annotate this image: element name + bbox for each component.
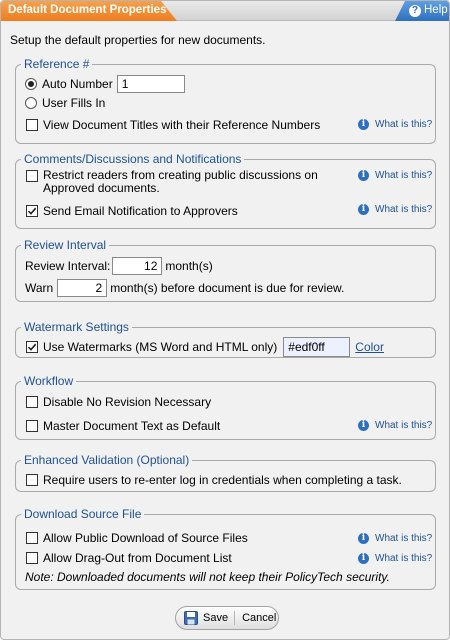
watermark-title: Watermark Settings bbox=[24, 320, 129, 334]
public-download-label: Allow Public Download of Source Files bbox=[43, 531, 248, 545]
title-bar: Default Document Properties ? Help bbox=[1, 1, 449, 21]
send-email-row: Send Email Notification to Approvers bbox=[26, 203, 238, 219]
auto-number-radio[interactable] bbox=[25, 78, 37, 90]
watermark-row: Use Watermarks (MS Word and HTML only) C… bbox=[26, 337, 384, 357]
require-reentry-checkbox[interactable] bbox=[26, 474, 38, 486]
auto-number-input[interactable] bbox=[116, 75, 185, 93]
what-is-this-link-email[interactable]: i What is this? bbox=[358, 204, 432, 215]
color-link[interactable]: Color bbox=[355, 340, 384, 354]
review-interval-label: Review Interval: bbox=[25, 259, 111, 273]
what-is-this-label: What is this? bbox=[375, 420, 433, 431]
default-document-properties-dialog: Default Document Properties ? Help Setup… bbox=[0, 0, 450, 640]
require-reentry-label: Require users to re-enter log in credent… bbox=[43, 473, 402, 487]
help-label: Help bbox=[424, 4, 448, 16]
enhanced-validation-title: Enhanced Validation (Optional) bbox=[24, 453, 190, 467]
master-text-row: Master Document Text as Default bbox=[26, 418, 220, 434]
warn-suffix: month(s) before document is due for revi… bbox=[110, 281, 345, 295]
button-bar: Save Cancel bbox=[175, 606, 279, 630]
review-interval-row: Review Interval: month(s) bbox=[25, 256, 213, 276]
send-email-checkbox[interactable] bbox=[26, 205, 38, 217]
download-note: Note: Downloaded documents will not keep… bbox=[25, 570, 390, 584]
dialog-title: Default Document Properties bbox=[8, 4, 167, 16]
use-watermarks-label: Use Watermarks (MS Word and HTML only) bbox=[43, 340, 278, 354]
review-interval-input[interactable] bbox=[112, 257, 163, 275]
what-is-this-label: What is this? bbox=[375, 170, 433, 181]
user-fills-in-row: User Fills In bbox=[25, 95, 105, 111]
what-is-this-link-restrict[interactable]: i What is this? bbox=[358, 170, 432, 181]
comments-title: Comments/Discussions and Notifications bbox=[24, 152, 242, 166]
help-icon: ? bbox=[409, 5, 421, 17]
drag-out-row: Allow Drag-Out from Document List bbox=[26, 550, 232, 566]
title-tab: Default Document Properties bbox=[1, 1, 177, 21]
user-fills-in-label: User Fills In bbox=[42, 96, 106, 110]
what-is-this-link-drag-out[interactable]: i What is this? bbox=[358, 553, 432, 564]
what-is-this-label: What is this? bbox=[375, 119, 433, 130]
user-fills-in-radio[interactable] bbox=[25, 97, 37, 109]
what-is-this-link-reference[interactable]: i What is this? bbox=[358, 119, 432, 130]
use-watermarks-checkbox[interactable] bbox=[26, 341, 38, 353]
drag-out-checkbox[interactable] bbox=[26, 552, 38, 564]
save-button[interactable]: Save bbox=[176, 611, 236, 625]
disable-no-revision-row: Disable No Revision Necessary bbox=[26, 394, 211, 410]
watermark-color-input[interactable] bbox=[283, 337, 351, 357]
drag-out-label: Allow Drag-Out from Document List bbox=[43, 551, 232, 565]
auto-number-label: Auto Number bbox=[42, 77, 113, 91]
view-titles-row: View Document Titles with their Referenc… bbox=[26, 117, 320, 133]
check-icon bbox=[27, 343, 37, 351]
restrict-label-line2: Approved documents. bbox=[43, 181, 160, 195]
intro-text: Setup the default properties for new doc… bbox=[10, 33, 266, 47]
reference-title: Reference # bbox=[24, 57, 90, 71]
restrict-checkbox[interactable] bbox=[26, 170, 38, 182]
download-source-title: Download Source File bbox=[24, 507, 142, 521]
master-text-checkbox[interactable] bbox=[26, 420, 38, 432]
send-email-label: Send Email Notification to Approvers bbox=[43, 204, 238, 218]
auto-number-row: Auto Number bbox=[25, 74, 185, 94]
what-is-this-label: What is this? bbox=[375, 533, 433, 544]
what-is-this-link-master[interactable]: i What is this? bbox=[358, 420, 432, 431]
warn-row: Warn month(s) before document is due for… bbox=[25, 278, 344, 298]
info-icon: i bbox=[358, 420, 369, 431]
warn-input[interactable] bbox=[57, 279, 108, 297]
info-icon: i bbox=[358, 553, 369, 564]
view-titles-label: View Document Titles with their Referenc… bbox=[43, 118, 321, 132]
cancel-label: Cancel bbox=[242, 612, 277, 624]
check-icon bbox=[27, 207, 37, 215]
radio-selected-dot bbox=[28, 81, 34, 87]
restrict-row: Restrict readers from creating public di… bbox=[26, 169, 346, 195]
master-text-label: Master Document Text as Default bbox=[43, 419, 221, 433]
workflow-title: Workflow bbox=[24, 374, 74, 388]
save-label: Save bbox=[203, 612, 229, 624]
help-button[interactable]: ? Help bbox=[395, 1, 449, 21]
floppy-disk-icon bbox=[184, 611, 198, 625]
info-icon: i bbox=[358, 533, 369, 544]
disable-no-revision-label: Disable No Revision Necessary bbox=[43, 395, 212, 409]
info-icon: i bbox=[358, 170, 369, 181]
cancel-button[interactable]: Cancel bbox=[235, 607, 276, 629]
review-interval-unit: month(s) bbox=[165, 259, 213, 273]
require-reentry-row: Require users to re-enter log in credent… bbox=[26, 472, 402, 488]
what-is-this-label: What is this? bbox=[375, 204, 433, 215]
disable-no-revision-checkbox[interactable] bbox=[26, 396, 38, 408]
review-interval-title: Review Interval bbox=[24, 238, 107, 252]
view-titles-checkbox[interactable] bbox=[26, 119, 38, 131]
public-download-checkbox[interactable] bbox=[26, 532, 38, 544]
info-icon: i bbox=[358, 204, 369, 215]
what-is-this-label: What is this? bbox=[375, 553, 433, 564]
warn-label: Warn bbox=[25, 281, 54, 295]
info-icon: i bbox=[358, 119, 369, 130]
what-is-this-link-public-download[interactable]: i What is this? bbox=[358, 533, 432, 544]
public-download-row: Allow Public Download of Source Files bbox=[26, 530, 248, 546]
